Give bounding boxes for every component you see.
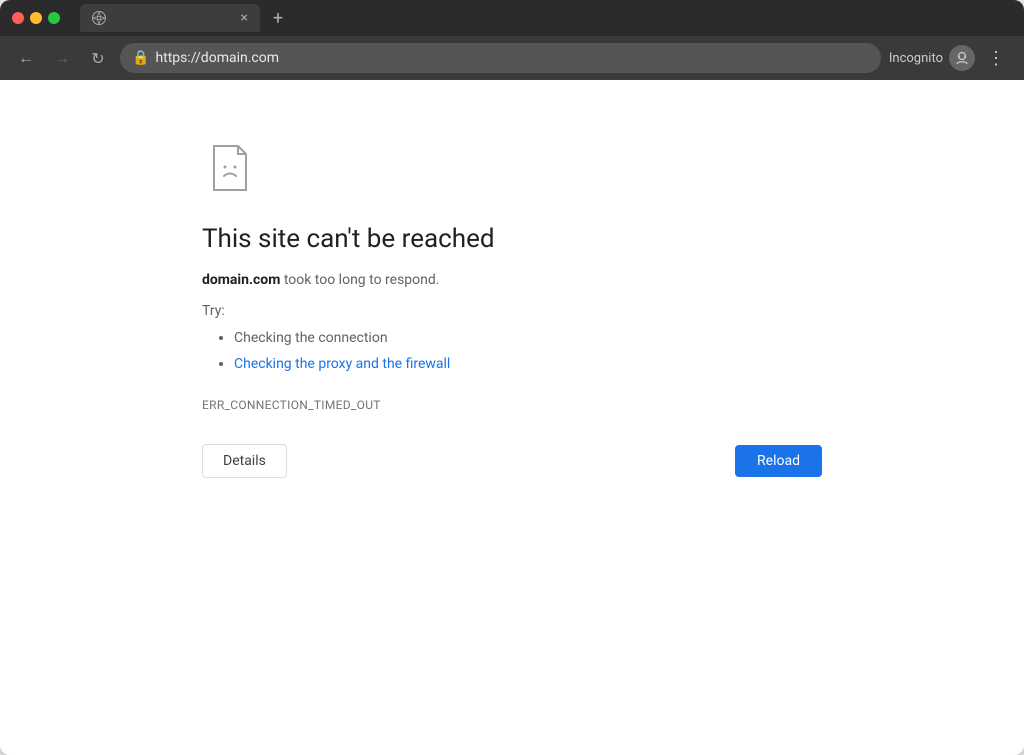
address-bar[interactable]: 🔒 https://domain.com	[120, 43, 881, 73]
maximize-traffic-light[interactable]	[48, 12, 60, 24]
forward-button[interactable]: →	[48, 44, 76, 72]
titlebar: × +	[0, 0, 1024, 36]
details-button[interactable]: Details	[202, 444, 287, 478]
suggestions-list: Checking the connection Checking the pro…	[202, 325, 822, 378]
domain-name: domain.com	[202, 272, 280, 288]
tab-favicon-icon	[92, 11, 106, 25]
reload-button[interactable]: Reload	[735, 445, 822, 477]
back-button[interactable]: ←	[12, 44, 40, 72]
suggestion-item-1: Checking the connection	[234, 325, 822, 351]
description-suffix: took too long to respond.	[280, 272, 439, 288]
traffic-lights	[12, 12, 60, 24]
button-row: Details Reload	[202, 444, 822, 478]
toolbar-right: Incognito ⋮	[889, 44, 1012, 73]
browser-window: × + ← → ↻ 🔒 https://domain.com Incognito…	[0, 0, 1024, 755]
page-content: This site can't be reached domain.com to…	[0, 80, 1024, 755]
error-icon	[202, 140, 822, 200]
proxy-firewall-link[interactable]: Checking the proxy and the firewall	[234, 356, 450, 372]
error-title: This site can't be reached	[202, 224, 822, 254]
suggestion-text-1: Checking the connection	[234, 330, 388, 346]
new-tab-button[interactable]: +	[264, 4, 292, 32]
tab-bar: × +	[80, 4, 1012, 32]
error-container: This site can't be reached domain.com to…	[202, 140, 822, 478]
minimize-traffic-light[interactable]	[30, 12, 42, 24]
incognito-icon	[949, 45, 975, 71]
reload-nav-button[interactable]: ↻	[84, 44, 112, 72]
chrome-menu-button[interactable]: ⋮	[981, 44, 1012, 73]
suggestion-item-2: Checking the proxy and the firewall	[234, 351, 822, 377]
error-code: ERR_CONNECTION_TIMED_OUT	[202, 398, 822, 412]
error-description: domain.com took too long to respond.	[202, 270, 822, 291]
navigation-toolbar: ← → ↻ 🔒 https://domain.com Incognito ⋮	[0, 36, 1024, 80]
try-label: Try:	[202, 303, 822, 319]
lock-icon: 🔒	[132, 50, 149, 66]
tab-close-button[interactable]: ×	[241, 10, 248, 26]
active-tab[interactable]: ×	[80, 4, 260, 32]
close-traffic-light[interactable]	[12, 12, 24, 24]
incognito-label: Incognito	[889, 51, 943, 66]
url-text: https://domain.com	[155, 50, 279, 66]
